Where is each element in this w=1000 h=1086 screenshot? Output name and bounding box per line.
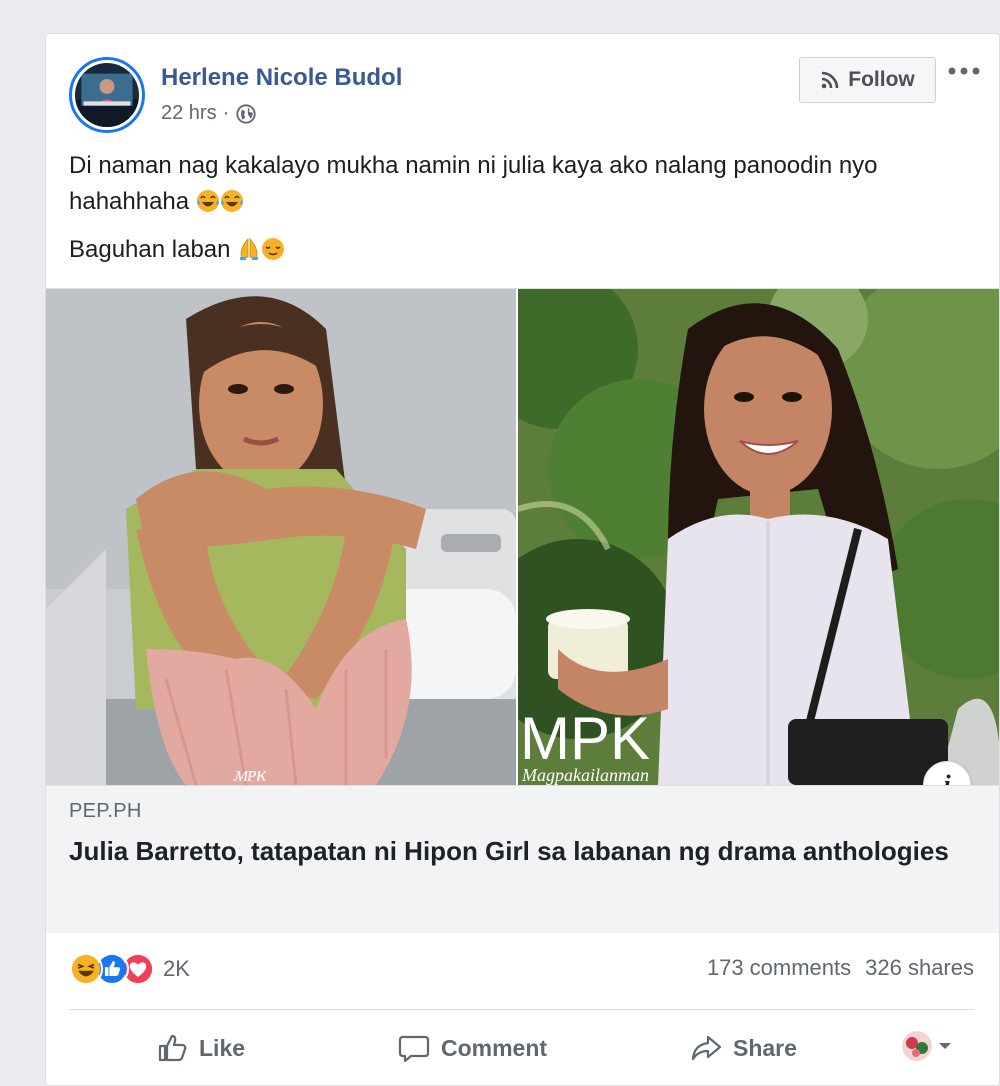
author-avatar[interactable]	[69, 57, 145, 133]
comment-label: Comment	[441, 1034, 548, 1061]
smiling-woman-photo: MPK Magpakailanman	[518, 289, 999, 785]
post-meta: 22 hrs ·	[161, 102, 257, 125]
ellipsis-icon	[948, 67, 980, 75]
user-avatar	[902, 1031, 932, 1061]
post-text-body-2: Baguhan laban	[69, 236, 231, 263]
comment-button[interactable]: Comment	[397, 1031, 547, 1065]
link-domain: PEP.PH	[69, 800, 142, 822]
link-title[interactable]: Julia Barretto, tatapatan ni Hipon Girl …	[69, 833, 969, 870]
relieved-face-emoji-icon	[262, 238, 285, 260]
post-card: Herlene Nicole Budol 22 hrs · Follow Di …	[45, 33, 1000, 1086]
reaction-as-selector[interactable]	[902, 1031, 952, 1061]
reaction-count[interactable]: 2K	[163, 956, 190, 982]
woman-hugging-knees-photo: ᴍᴘᴋ	[46, 289, 516, 785]
watermark-subtext: Magpakailanman	[521, 765, 649, 785]
tears-of-joy-emoji-icon	[220, 190, 243, 212]
tears-of-joy-emoji-icon	[196, 190, 219, 212]
divider	[69, 1009, 974, 1010]
like-label: Like	[199, 1034, 246, 1061]
author-name[interactable]: Herlene Nicole Budol	[161, 64, 402, 92]
post-text-body-1: Di naman nag kakalayo mukha namin ni jul…	[69, 152, 878, 215]
like-button[interactable]: Like	[155, 1031, 245, 1065]
post-text: Di naman nag kakalayo mukha namin ni jul…	[69, 148, 979, 280]
action-bar: Like Comment Share	[69, 1019, 974, 1077]
link-caption[interactable]: PEP.PH Julia Barretto, tatapatan ni Hipo…	[46, 785, 999, 933]
avatar-image	[75, 63, 139, 127]
meta-separator: ·	[222, 102, 230, 124]
globe-icon[interactable]	[235, 103, 257, 125]
share-label: Share	[733, 1034, 797, 1061]
reactions-summary[interactable]: 2K	[69, 952, 190, 986]
follow-label: Follow	[848, 68, 915, 91]
follow-button[interactable]: Follow	[799, 57, 936, 103]
caret-down-icon	[939, 1043, 951, 1049]
haha-reaction-icon	[69, 952, 103, 986]
preview-photo-right: MPK Magpakailanman	[518, 289, 999, 785]
folded-hands-emoji-icon	[240, 237, 259, 260]
post-text-line-1: Di naman nag kakalayo mukha namin ni jul…	[69, 148, 979, 220]
share-count[interactable]: 326 shares	[865, 955, 974, 981]
comment-count[interactable]: 173 comments	[707, 955, 851, 981]
watermark-text: MPK	[520, 705, 650, 772]
post-text-line-2: Baguhan laban	[69, 232, 979, 268]
rss-icon	[821, 71, 839, 89]
share-arrow-icon	[691, 1035, 722, 1061]
more-options-button[interactable]	[944, 56, 984, 86]
thumbs-up-icon	[158, 1034, 187, 1062]
link-preview[interactable]: ᴍᴘᴋ MPK Magpakailanman PEP.PH Julia Barr…	[46, 288, 999, 933]
preview-photo-left: ᴍᴘᴋ	[46, 289, 516, 785]
svg-text:ᴍᴘᴋ: ᴍᴘᴋ	[233, 761, 267, 785]
comment-icon	[398, 1035, 430, 1063]
post-stats: 173 comments 326 shares	[707, 955, 974, 981]
post-time[interactable]: 22 hrs	[161, 102, 217, 125]
share-button[interactable]: Share	[689, 1031, 797, 1065]
